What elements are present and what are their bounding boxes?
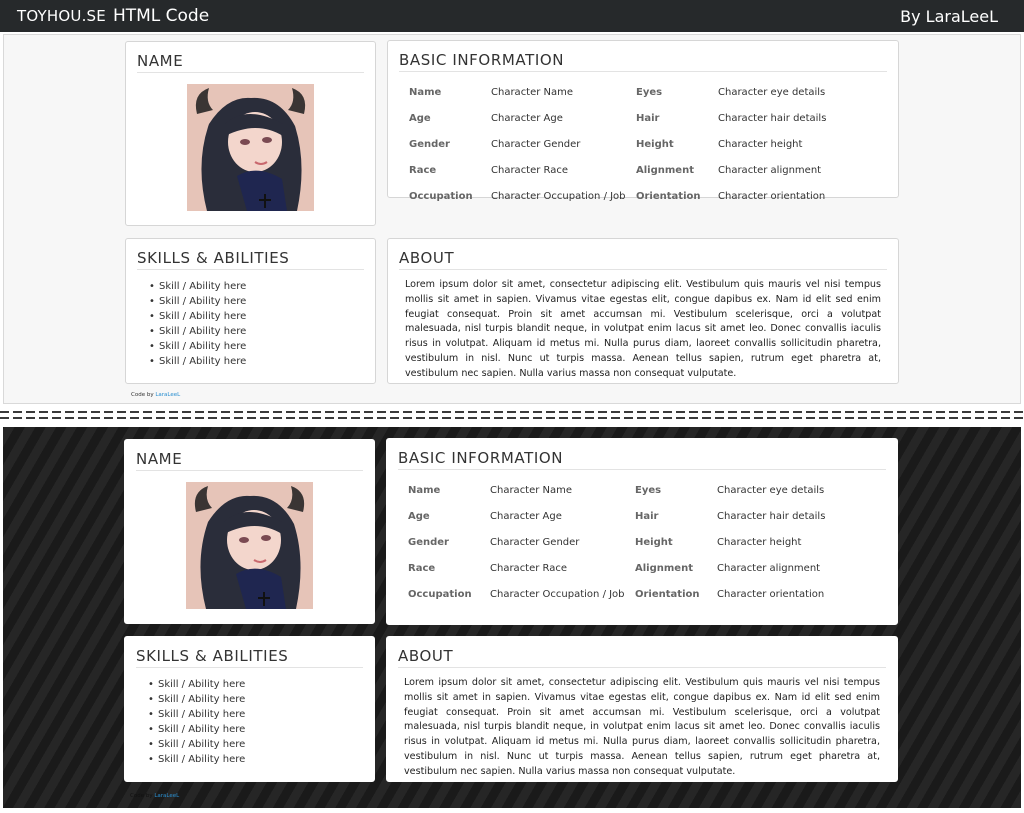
info-label: Height <box>635 537 673 548</box>
skill-item: Skill / Ability here <box>149 324 364 339</box>
section-divider <box>0 408 1024 422</box>
character-portrait <box>186 482 313 609</box>
info-label: Hair <box>636 113 660 124</box>
credit-link[interactable]: LaraLeeL <box>155 392 180 398</box>
basic-info-card: BASIC INFORMATION Name Character Name Ey… <box>387 40 899 202</box>
info-label: Race <box>409 165 437 176</box>
skills-title: SKILLS & ABILITIES <box>136 647 363 668</box>
author-credit: By LaraLeeL <box>900 6 998 26</box>
info-label: Age <box>409 113 431 124</box>
name-card-title: NAME <box>136 450 363 471</box>
info-label: Orientation <box>635 589 700 600</box>
code-credit: Code by LaraLeeL <box>131 392 180 398</box>
light-preview: NAME BASIC INFORMATION Name Character Na… <box>3 34 1021 404</box>
skill-item: Skill / Ability here <box>149 339 364 354</box>
info-label: Name <box>409 87 442 98</box>
brand: TOYHOU.SE HTML Code <box>17 6 209 26</box>
character-portrait <box>187 84 314 211</box>
info-value: Character height <box>718 139 803 150</box>
info-label: Eyes <box>636 87 663 98</box>
info-label: Race <box>408 563 436 574</box>
about-card: ABOUT Lorem ipsum dolor sit amet, consec… <box>387 238 899 384</box>
info-value: Character Name <box>491 87 574 98</box>
skill-item: Skill / Ability here <box>148 722 363 737</box>
info-value: Character Gender <box>491 139 581 150</box>
about-card: ABOUT Lorem ipsum dolor sit amet, consec… <box>386 636 898 782</box>
info-label: Hair <box>635 511 659 522</box>
info-label: Age <box>408 511 430 522</box>
name-card: NAME <box>125 41 376 226</box>
info-label: Occupation <box>409 191 473 202</box>
skill-item: Skill / Ability here <box>148 707 363 722</box>
info-label: Orientation <box>636 191 701 202</box>
info-value: Character orientation <box>717 589 825 600</box>
info-value: Character Occupation / Job <box>491 191 626 202</box>
about-text: Lorem ipsum dolor sit amet, consectetur … <box>404 677 880 777</box>
skills-list: Skill / Ability here Skill / Ability her… <box>136 677 363 767</box>
about-title: ABOUT <box>399 249 887 270</box>
info-value: Character eye details <box>717 485 825 496</box>
about-text: Lorem ipsum dolor sit amet, consectetur … <box>405 279 881 379</box>
skill-item: Skill / Ability here <box>149 354 364 369</box>
info-label: Name <box>408 485 441 496</box>
skill-item: Skill / Ability here <box>149 279 364 294</box>
info-value: Character hair details <box>718 113 827 124</box>
code-credit: Code by LaraLeeL <box>130 793 179 799</box>
info-value: Character Age <box>490 511 562 522</box>
info-value: Character orientation <box>718 191 826 202</box>
info-value: Character alignment <box>718 165 822 176</box>
info-value: Character eye details <box>718 87 826 98</box>
basic-info-grid: Name Character Name Eyes Character eye d… <box>409 80 887 210</box>
credit-link[interactable]: LaraLeeL <box>154 793 179 799</box>
name-card: NAME <box>124 439 375 624</box>
info-value: Character Race <box>490 563 568 574</box>
credit-prefix: Code by <box>130 793 153 799</box>
info-value: Character alignment <box>717 563 821 574</box>
dark-preview: NAME BASIC INFORMATION Name Character Na… <box>3 427 1021 808</box>
name-card-title: NAME <box>137 52 364 73</box>
info-label: Gender <box>409 139 450 150</box>
skill-item: Skill / Ability here <box>149 309 364 324</box>
header-subtitle: HTML Code <box>112 6 210 26</box>
about-title: ABOUT <box>398 647 886 668</box>
skill-item: Skill / Ability here <box>148 752 363 767</box>
info-value: Character Age <box>491 113 563 124</box>
skills-card: SKILLS & ABILITIES Skill / Ability here … <box>124 636 375 782</box>
basic-info-grid: Name Character Name Eyes Character eye d… <box>408 478 886 608</box>
credit-prefix: Code by <box>131 392 154 398</box>
info-label: Alignment <box>636 165 694 176</box>
skill-item: Skill / Ability here <box>148 692 363 707</box>
info-label: Gender <box>408 537 449 548</box>
info-label: Occupation <box>408 589 472 600</box>
info-label: Eyes <box>635 485 662 496</box>
skill-item: Skill / Ability here <box>148 737 363 752</box>
info-value: Character Occupation / Job <box>490 589 625 600</box>
skills-list: Skill / Ability here Skill / Ability her… <box>137 279 364 369</box>
info-value: Character hair details <box>717 511 826 522</box>
skill-item: Skill / Ability here <box>149 294 364 309</box>
info-label: Alignment <box>635 563 693 574</box>
basic-info-title: BASIC INFORMATION <box>399 51 887 72</box>
info-value: Character height <box>717 537 802 548</box>
info-value: Character Name <box>490 485 573 496</box>
info-value: Character Gender <box>490 537 580 548</box>
basic-info-title: BASIC INFORMATION <box>398 449 886 470</box>
skills-title: SKILLS & ABILITIES <box>137 249 364 270</box>
basic-info-card: BASIC INFORMATION Name Character Name Ey… <box>386 438 898 625</box>
site-name: TOYHOU.SE <box>17 7 106 25</box>
info-label: Height <box>636 139 674 150</box>
character-portrait-image <box>186 482 313 609</box>
info-value: Character Race <box>491 165 569 176</box>
skills-card: SKILLS & ABILITIES Skill / Ability here … <box>125 238 376 384</box>
skill-item: Skill / Ability here <box>148 677 363 692</box>
character-portrait-image <box>187 84 314 211</box>
top-bar: TOYHOU.SE HTML Code By LaraLeeL <box>0 0 1024 32</box>
